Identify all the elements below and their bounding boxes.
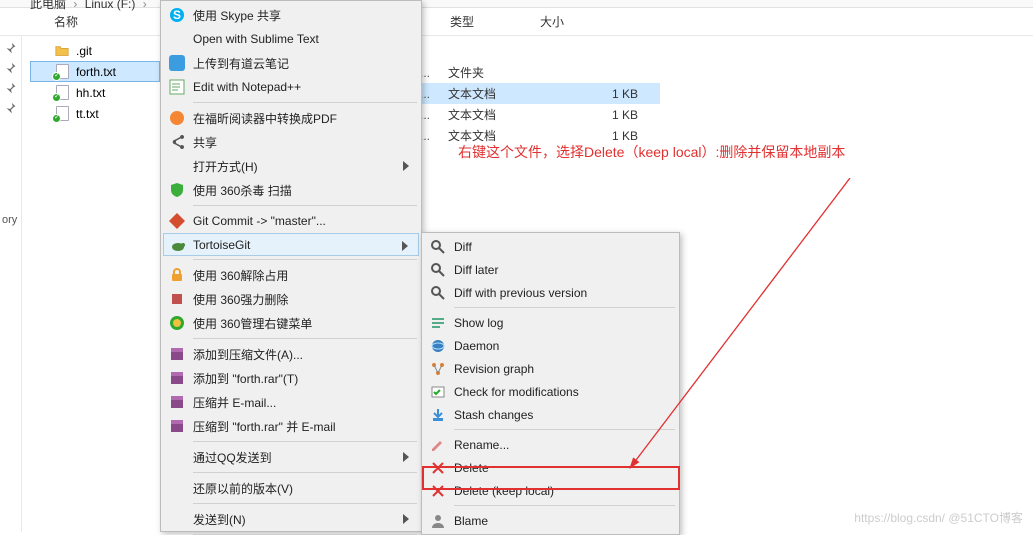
- breadcrumb[interactable]: 此电脑 › Linux (F:) ›: [0, 0, 1033, 8]
- rar-icon: [168, 417, 186, 435]
- file-name: tt.txt: [76, 107, 99, 121]
- menu-separator: [193, 102, 417, 103]
- log-icon: [429, 314, 447, 332]
- detail-row[interactable]: ...文本文档1 KB: [420, 83, 660, 104]
- delete-icon: [168, 290, 186, 308]
- person-icon: [429, 512, 447, 530]
- stash-icon: [429, 406, 447, 424]
- menu-360scan[interactable]: 使用 360杀毒 扫描: [163, 178, 419, 202]
- magnifier-icon: [429, 261, 447, 279]
- graph-icon: [429, 360, 447, 378]
- menu-add-forth-rar[interactable]: 添加到 "forth.rar"(T): [163, 366, 419, 390]
- pin-icon: [4, 62, 18, 76]
- menu-separator: [454, 505, 675, 506]
- chevron-right-icon: [403, 451, 411, 465]
- menu-sublime[interactable]: Open with Sublime Text: [163, 27, 419, 51]
- breadcrumb-loc2[interactable]: Linux (F:): [85, 0, 136, 11]
- pencil-icon: [429, 436, 447, 454]
- menu-share[interactable]: 共享: [163, 130, 419, 154]
- file-name: hh.txt: [76, 86, 105, 100]
- menu-git-commit[interactable]: Git Commit -> "master"...: [163, 209, 419, 233]
- menu-skype[interactable]: S使用 Skype 共享: [163, 3, 419, 27]
- annotation-text: 右键这个文件，选择Delete（keep local）:删除并保留本地副本: [458, 143, 1018, 163]
- menu-separator: [193, 441, 417, 442]
- menu-tortoisegit[interactable]: TortoiseGit: [163, 233, 419, 256]
- detail-row[interactable]: ...文本文档1 KB: [420, 104, 660, 125]
- column-headers: 名称 类型 大小: [0, 8, 1033, 36]
- menu-restore[interactable]: 还原以前的版本(V): [163, 476, 419, 500]
- pin-icon: [4, 82, 18, 96]
- skype-icon: S: [168, 6, 186, 24]
- lock-icon: [168, 266, 186, 284]
- notepadpp-icon: [168, 78, 186, 96]
- chevron-right-icon: ›: [143, 0, 147, 11]
- menu-separator: [193, 503, 417, 504]
- menu-youdao[interactable]: 上传到有道云笔记: [163, 51, 419, 75]
- menu-360rightmenu[interactable]: 使用 360管理右键菜单: [163, 311, 419, 335]
- magnifier-icon: [429, 284, 447, 302]
- file-row-forth[interactable]: forth.txt: [30, 61, 160, 82]
- file-name: .git: [76, 44, 92, 58]
- chevron-right-icon: [403, 160, 411, 174]
- text-file-icon: [54, 64, 70, 80]
- tortoise-icon: [169, 237, 187, 255]
- youdao-icon: [168, 54, 186, 72]
- rar-icon: [168, 369, 186, 387]
- pin-icon: [4, 42, 18, 56]
- 360-icon: [168, 314, 186, 332]
- col-name[interactable]: 名称: [0, 13, 160, 30]
- svg-text:S: S: [173, 8, 181, 22]
- shield-icon: [168, 181, 186, 199]
- detail-row[interactable]: ...文件夹: [420, 62, 660, 83]
- share-icon: [168, 133, 186, 151]
- menu-compress-forth-email[interactable]: 压缩到 "forth.rar" 并 E-mail: [163, 414, 419, 438]
- detail-list: ...文件夹 ...文本文档1 KB ...文本文档1 KB ...文本文档1 …: [420, 62, 660, 146]
- menu-foxit[interactable]: 在福昕阅读器中转换成PDF: [163, 106, 419, 130]
- breadcrumb-loc1[interactable]: 此电脑: [30, 0, 66, 11]
- folder-icon: [54, 43, 70, 59]
- chevron-right-icon: [403, 513, 411, 527]
- file-list: .git forth.txt hh.txt tt.txt: [30, 40, 160, 124]
- pin-icon: [4, 102, 18, 116]
- file-name: forth.txt: [76, 65, 116, 79]
- magnifier-icon: [429, 238, 447, 256]
- menu-notepadpp[interactable]: Edit with Notepad++: [163, 75, 419, 99]
- text-file-icon: [54, 106, 70, 122]
- annotation-arrow: [600, 178, 860, 478]
- menu-separator: [193, 338, 417, 339]
- git-icon: [168, 212, 186, 230]
- menu-openwith[interactable]: 打开方式(H): [163, 154, 419, 178]
- sidebar-text: ory: [2, 214, 17, 226]
- menu-360forcedel[interactable]: 使用 360强力删除: [163, 287, 419, 311]
- menu-separator: [193, 472, 417, 473]
- col-size[interactable]: 大小: [540, 13, 640, 30]
- chevron-right-icon: ›: [73, 0, 77, 11]
- submenu-blame[interactable]: Blame: [424, 509, 677, 532]
- text-file-icon: [54, 85, 70, 101]
- rar-icon: [168, 393, 186, 411]
- file-row-tt[interactable]: tt.txt: [30, 103, 160, 124]
- menu-add-archive[interactable]: 添加到压缩文件(A)...: [163, 342, 419, 366]
- file-row-git[interactable]: .git: [30, 40, 160, 61]
- quick-access-pane: ory: [0, 36, 22, 532]
- rar-icon: [168, 345, 186, 363]
- foxit-icon: [168, 109, 186, 127]
- menu-compress-email[interactable]: 压缩并 E-mail...: [163, 390, 419, 414]
- chevron-right-icon: [402, 240, 410, 254]
- menu-sendto[interactable]: 发送到(N): [163, 507, 419, 531]
- menu-separator: [193, 259, 417, 260]
- menu-qq-send[interactable]: 通过QQ发送到: [163, 445, 419, 469]
- menu-separator: [193, 205, 417, 206]
- context-menu: S使用 Skype 共享 Open with Sublime Text 上传到有…: [160, 0, 422, 532]
- menu-360unzip[interactable]: 使用 360解除占用: [163, 263, 419, 287]
- globe-icon: [429, 337, 447, 355]
- watermark: https://blog.csdn/ @51CTO博客: [854, 509, 1023, 526]
- check-icon: [429, 383, 447, 401]
- file-row-hh[interactable]: hh.txt: [30, 82, 160, 103]
